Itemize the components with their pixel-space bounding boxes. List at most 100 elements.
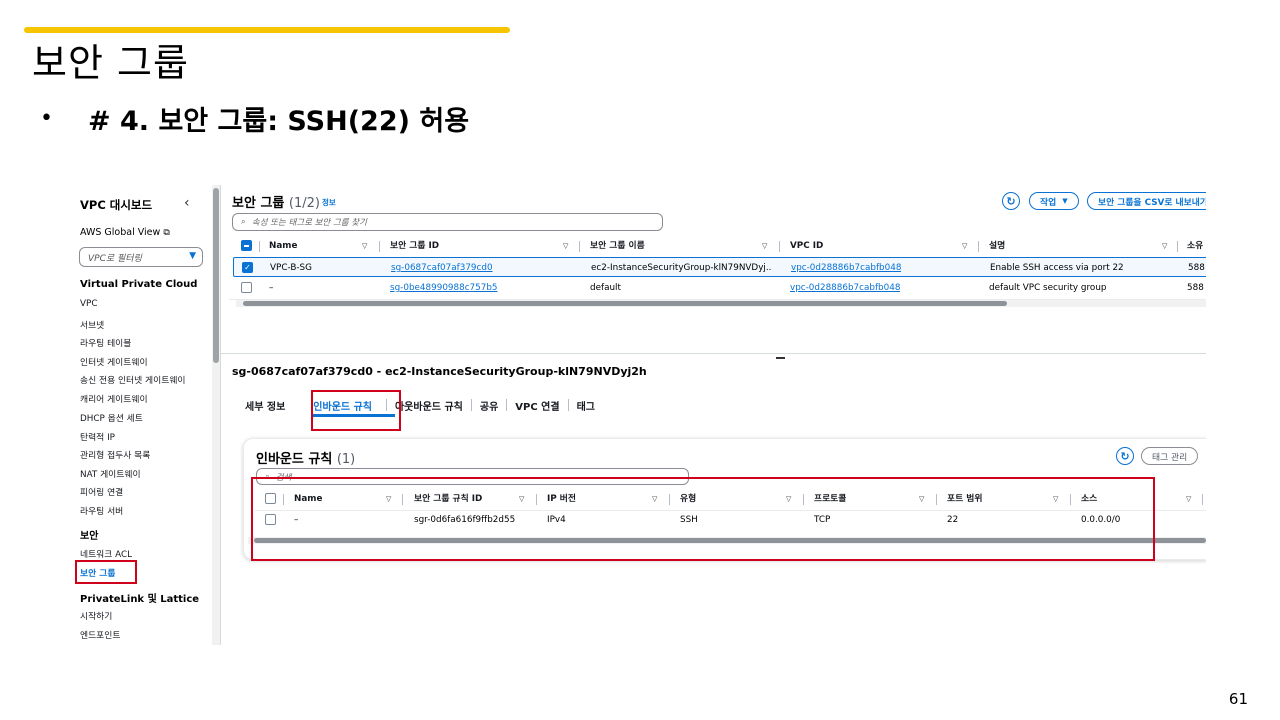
column-divider — [259, 241, 260, 252]
sort-icon[interactable]: ▽ — [1162, 236, 1167, 256]
table-hscroll-thumb[interactable] — [243, 301, 1007, 306]
inbound-rules-header: 인바운드 규칙 (1) — [256, 448, 355, 467]
tab-vpc-associations[interactable]: VPC 연결 — [515, 398, 559, 413]
bullet-text: # 4. 보안 그룹: SSH(22) 허용 — [88, 105, 470, 137]
column-header-name[interactable]: Name — [269, 236, 297, 256]
row-checkbox[interactable]: ✓ — [242, 262, 253, 273]
inbound-rules-title: 인바운드 규칙 — [256, 452, 333, 467]
cell-owner: 588 — [1188, 263, 1205, 273]
sidebar-item-peering[interactable]: 피어링 연결 — [80, 485, 123, 498]
split-panel-divider[interactable] — [221, 353, 1206, 354]
sidebar-item-vpc[interactable]: VPC — [80, 299, 97, 309]
sidebar-item-carrier-gateways[interactable]: 캐리어 게이트웨이 — [80, 392, 148, 405]
cell-vpc-id-link[interactable]: vpc-0d28886b7cabfb048 — [790, 278, 900, 298]
column-header-description[interactable]: 설명 — [989, 236, 1005, 256]
vpc-filter-select[interactable]: VPC로 필터링 ▼ — [79, 247, 203, 267]
export-csv-label: 보안 그룹을 CSV로 내보내기 — [1098, 197, 1206, 208]
global-view-link[interactable]: AWS Global View ⧉ — [80, 227, 170, 238]
column-divider — [1177, 241, 1178, 252]
security-groups-header: 보안 그룹 (1/2) — [232, 192, 320, 211]
title-accent-bar — [24, 27, 510, 33]
sidebar-item-route-tables[interactable]: 라우팅 테이블 — [80, 336, 131, 349]
security-groups-count: (1/2) — [288, 196, 320, 211]
caret-down-icon: ▼ — [189, 251, 196, 261]
cell-sg-name: ec2-InstanceSecurityGroup-klN79NVDyj... — [591, 263, 771, 273]
cell-owner: 588 — [1187, 283, 1204, 293]
actions-label: 작업 — [1040, 197, 1057, 208]
aws-console-screenshot: VPC 대시보드 ‹ AWS Global View ⧉ VPC로 필터링 ▼ … — [74, 185, 1206, 645]
cell-description: Enable SSH access via port 22 — [990, 263, 1124, 273]
tab-sharing[interactable]: 공유 — [480, 398, 498, 413]
search-icon: ⌕ — [241, 217, 246, 227]
sidebar-item-getting-started[interactable]: 시작하기 — [80, 609, 112, 622]
detail-tabs: 세부 정보 인바운드 규칙 아웃바운드 규칙 공유 VPC 연결 태그 — [245, 395, 595, 415]
sort-icon[interactable]: ▽ — [762, 236, 767, 256]
sidebar-item-egress-only-igw[interactable]: 송신 전용 인터넷 게이트웨이 — [80, 373, 186, 386]
sidebar-item-network-acl[interactable]: 네트워크 ACL — [80, 547, 132, 560]
sidebar-section-vpc: Virtual Private Cloud — [80, 279, 198, 290]
cell-sg-name: default — [590, 283, 621, 293]
security-group-search-input[interactable]: ⌕ 속성 또는 태그로 보안 그룹 찾기 — [232, 213, 663, 231]
sidebar-item-internet-gateways[interactable]: 인터넷 게이트웨이 — [80, 355, 148, 368]
tab-outbound-rules[interactable]: 아웃바운드 규칙 — [395, 398, 463, 413]
actions-button[interactable]: 작업 ▼ — [1029, 192, 1079, 210]
sidebar-item-nat-gateways[interactable]: NAT 게이트웨이 — [80, 467, 141, 480]
column-header-sg-id[interactable]: 보안 그룹 ID — [390, 236, 439, 256]
table-header-row: Name ▽ 보안 그룹 ID ▽ 보안 그룹 이름 ▽ VPC ID ▽ 설명… — [221, 236, 1206, 256]
highlight-box-inbound-tab — [311, 390, 401, 431]
sidebar-item-prefix-lists[interactable]: 관리형 접두사 목록 — [80, 448, 150, 461]
select-all-checkbox[interactable] — [241, 240, 252, 251]
bullet-dot-icon: • — [40, 105, 53, 131]
external-link-icon: ⧉ — [163, 228, 170, 238]
column-divider — [1202, 494, 1203, 505]
table-row[interactable]: – sg-0be48990988c757b5 default vpc-0d288… — [221, 278, 1206, 298]
row-checkbox[interactable] — [241, 282, 252, 293]
column-divider — [779, 241, 780, 252]
sidebar-item-endpoints[interactable]: 엔드포인트 — [80, 628, 120, 641]
table-row-selected[interactable]: ✓ VPC-B-SG sg-0687caf07af379cd0 ec2-Inst… — [233, 257, 1206, 277]
info-link[interactable]: 정보 — [322, 197, 336, 208]
highlight-box-inbound-rules — [251, 477, 1155, 561]
sidebar-item-route-server[interactable]: 라우팅 서버 — [80, 504, 123, 517]
vpc-sidebar: VPC 대시보드 ‹ AWS Global View ⧉ VPC로 필터링 ▼ … — [74, 185, 210, 645]
column-divider — [978, 241, 979, 252]
search-placeholder: 속성 또는 태그로 보안 그룹 찾기 — [251, 218, 367, 228]
sort-icon[interactable]: ▽ — [563, 236, 568, 256]
column-divider — [579, 241, 580, 252]
security-groups-title: 보안 그룹 — [232, 196, 285, 211]
column-header-sg-name[interactable]: 보안 그룹 이름 — [590, 236, 645, 256]
bullet-item: • # 4. 보안 그룹: SSH(22) 허용 — [40, 98, 469, 138]
column-header-owner[interactable]: 소유 — [1187, 236, 1203, 256]
sidebar-scrollbar-thumb[interactable] — [213, 188, 219, 363]
cell-description: default VPC security group — [989, 283, 1107, 293]
sidebar-item-subnets[interactable]: 서브넷 — [80, 318, 104, 331]
caret-down-icon: ▼ — [1062, 197, 1068, 205]
sort-icon[interactable]: ▽ — [962, 236, 967, 256]
export-csv-button[interactable]: 보안 그룹을 CSV로 내보내기 — [1087, 192, 1206, 210]
manage-tags-button[interactable]: 태그 관리 — [1141, 447, 1199, 465]
collapse-chevron-icon[interactable]: ‹ — [184, 195, 190, 211]
cell-sg-id-link[interactable]: sg-0be48990988c757b5 — [390, 278, 498, 298]
tab-details[interactable]: 세부 정보 — [245, 398, 285, 413]
sidebar-item-dhcp-options[interactable]: DHCP 옵션 세트 — [80, 411, 143, 424]
cell-vpc-id-link[interactable]: vpc-0d28886b7cabfb048 — [791, 258, 901, 278]
refresh-icon: ↻ — [1006, 194, 1016, 208]
cell-sg-id-link[interactable]: sg-0687caf07af379cd0 — [391, 258, 493, 278]
tab-tags[interactable]: 태그 — [577, 398, 595, 413]
sidebar-title[interactable]: VPC 대시보드 — [80, 197, 152, 213]
refresh-button[interactable]: ↻ — [1002, 192, 1020, 210]
manage-tags-label: 태그 관리 — [1152, 452, 1188, 463]
sidebar-item-elastic-ip[interactable]: 탄력적 IP — [80, 430, 115, 443]
sort-icon[interactable]: ▽ — [1186, 489, 1191, 509]
main-content: 보안 그룹 (1/2) 정보 ↻ 작업 ▼ 보안 그룹을 CSV로 내보내기 ⌕… — [221, 185, 1206, 645]
column-divider — [379, 241, 380, 252]
global-view-label: AWS Global View — [80, 227, 161, 238]
split-panel-handle-icon[interactable] — [776, 357, 785, 359]
detail-title: sg-0687caf07af379cd0 - ec2-InstanceSecur… — [232, 365, 647, 378]
slide-title: 보안 그룹 — [32, 41, 189, 85]
sort-icon[interactable]: ▽ — [362, 236, 367, 256]
column-header-vpc-id[interactable]: VPC ID — [790, 236, 823, 256]
inbound-refresh-button[interactable]: ↻ — [1116, 447, 1134, 465]
page-number: 61 — [1228, 690, 1248, 708]
inbound-rules-count: (1) — [336, 452, 356, 467]
